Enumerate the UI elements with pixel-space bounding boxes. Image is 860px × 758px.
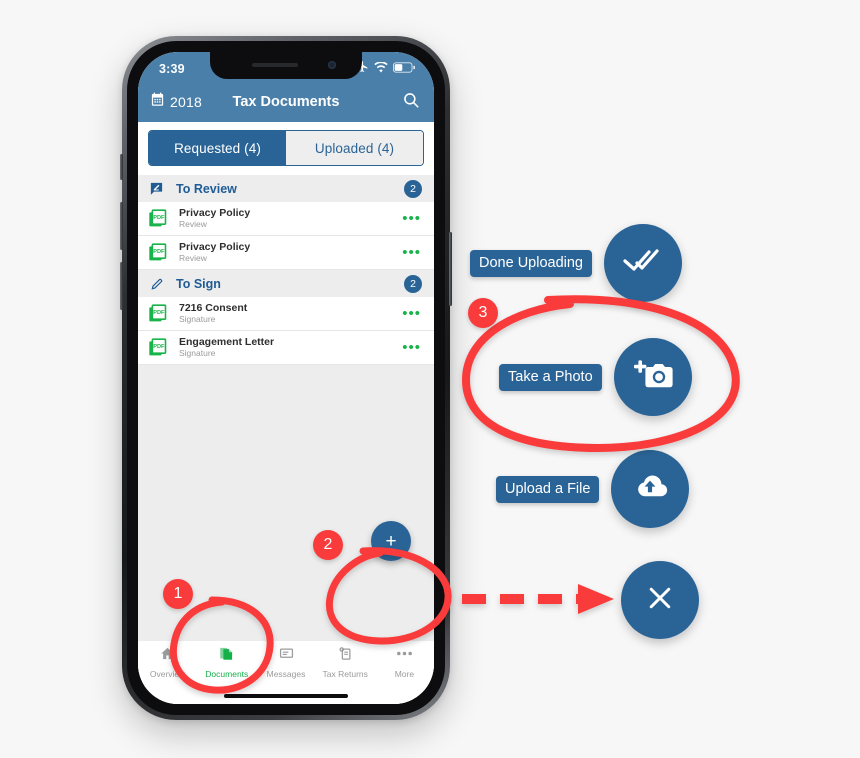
- home-indicator[interactable]: [224, 694, 348, 698]
- document-text: Privacy Policy Review: [179, 207, 250, 230]
- document-row[interactable]: PDF Privacy Policy Review •••: [138, 236, 434, 270]
- tab-requested[interactable]: Requested (4): [149, 131, 286, 165]
- wifi-icon: [374, 60, 388, 78]
- pdf-icon: PDF: [148, 303, 170, 324]
- home-icon: [160, 646, 175, 666]
- section-title: To Sign: [176, 276, 221, 291]
- tab-label: Messages: [266, 669, 306, 679]
- document-name: Engagement Letter: [179, 336, 275, 348]
- document-more-icon[interactable]: •••: [402, 306, 421, 321]
- power-button[interactable]: [449, 232, 452, 306]
- document-subtitle: Signature: [179, 314, 216, 324]
- earpiece-speaker: [252, 63, 298, 67]
- document-row[interactable]: PDF Privacy Policy Review •••: [138, 202, 434, 236]
- action-take-a-photo[interactable]: Take a Photo: [499, 338, 692, 416]
- document-subtitle: Signature: [179, 348, 216, 358]
- document-more-icon[interactable]: •••: [402, 211, 421, 226]
- fab-plus-button[interactable]: +: [371, 521, 411, 561]
- pencil-icon: [148, 277, 165, 291]
- upload-a-file-button[interactable]: [611, 450, 690, 528]
- battery-icon: [393, 60, 415, 78]
- svg-text:PDF: PDF: [153, 215, 165, 221]
- document-row[interactable]: PDF 7216 Consent Signature •••: [138, 297, 434, 331]
- annotation-marker-3: 3: [468, 298, 498, 328]
- status-icon-group: [356, 60, 415, 78]
- document-text: 7216 Consent Signature: [179, 302, 247, 325]
- take-a-photo-button[interactable]: [613, 338, 692, 416]
- search-icon: [402, 91, 420, 114]
- camera-add-icon: [633, 358, 673, 397]
- segmented-control: Requested (4) Uploaded (4): [148, 130, 424, 166]
- nav-year-label: 2018: [170, 94, 202, 110]
- silent-switch[interactable]: [120, 154, 123, 180]
- document-text: Privacy Policy Review: [179, 241, 250, 264]
- tab-filter-bar: Requested (4) Uploaded (4): [138, 122, 434, 175]
- pdf-icon: PDF: [148, 337, 170, 358]
- tab-overview[interactable]: Overview: [138, 646, 197, 679]
- document-row[interactable]: PDF Engagement Letter Signature •••: [138, 331, 434, 365]
- document-subtitle: Review: [179, 219, 207, 229]
- svg-text:PDF: PDF: [153, 249, 165, 255]
- status-time: 3:39: [159, 62, 185, 76]
- document-name: Privacy Policy: [179, 207, 251, 219]
- done-uploading-button[interactable]: [604, 224, 682, 302]
- cloud-upload-icon: [630, 472, 670, 507]
- pdf-icon: PDF: [148, 208, 170, 229]
- action-upload-a-file[interactable]: Upload a File: [496, 450, 690, 528]
- app-nav-bar: 2018 Tax Documents: [138, 82, 434, 122]
- document-subtitle: Review: [179, 253, 207, 263]
- tab-more[interactable]: More: [375, 646, 434, 679]
- document-name: Privacy Policy: [179, 241, 251, 253]
- screenshot-canvas: 3:39 2018 Tax Documents Requested (4) Up…: [0, 0, 860, 758]
- review-flag-icon: [148, 181, 165, 196]
- annotation-marker-1: 1: [163, 579, 193, 609]
- document-name: 7216 Consent: [179, 302, 248, 314]
- document-list: To Review 2 PDF Privacy Policy Review ••…: [138, 175, 434, 640]
- phone-notch: [210, 52, 362, 79]
- search-button[interactable]: [402, 91, 420, 114]
- document-more-icon[interactable]: •••: [402, 340, 421, 355]
- tab-messages[interactable]: Messages: [256, 646, 315, 679]
- svg-text:PDF: PDF: [153, 344, 165, 350]
- tab-uploaded[interactable]: Uploaded (4): [286, 131, 423, 165]
- tab-tax-returns[interactable]: Tax Returns: [316, 646, 375, 679]
- document-more-icon[interactable]: •••: [402, 245, 421, 260]
- home-indicator-area: [138, 688, 434, 704]
- more-dots-icon: [396, 646, 413, 666]
- section-header-to-sign: To Sign 2: [138, 270, 434, 297]
- section-badge: 2: [404, 274, 422, 293]
- document-text: Engagement Letter Signature: [179, 336, 274, 359]
- front-camera-icon: [328, 61, 336, 69]
- annotation-marker-2: 2: [313, 530, 343, 560]
- close-button[interactable]: [621, 561, 699, 639]
- year-selector[interactable]: 2018: [150, 92, 202, 112]
- action-label: Take a Photo: [499, 363, 602, 391]
- tab-label: Overview: [149, 669, 186, 679]
- documents-icon: [219, 646, 234, 666]
- svg-text:PDF: PDF: [153, 310, 165, 316]
- messages-icon: [279, 646, 294, 666]
- action-done-uploading[interactable]: Done Uploading: [470, 224, 682, 302]
- tab-label: Documents: [205, 669, 249, 679]
- tax-returns-icon: [338, 646, 353, 666]
- action-label: Done Uploading: [470, 249, 592, 277]
- tab-label: Tax Returns: [322, 669, 368, 679]
- double-check-icon: [623, 246, 663, 281]
- close-x-icon: [645, 583, 675, 618]
- phone-bezel: 3:39 2018 Tax Documents Requested (4) Up…: [127, 41, 445, 715]
- volume-up-button[interactable]: [120, 202, 123, 250]
- tab-documents[interactable]: Documents: [197, 646, 256, 679]
- annotation-arrow: [462, 584, 614, 614]
- volume-down-button[interactable]: [120, 262, 123, 310]
- section-badge: 2: [404, 179, 422, 198]
- bottom-tab-bar: Overview Documents Messages Tax Returns …: [138, 640, 434, 688]
- pdf-icon: PDF: [148, 242, 170, 263]
- section-title: To Review: [176, 181, 237, 196]
- phone-device-frame: 3:39 2018 Tax Documents Requested (4) Up…: [120, 36, 452, 720]
- calendar-icon: [150, 92, 165, 112]
- tab-label: More: [394, 669, 415, 679]
- action-label: Upload a File: [496, 475, 600, 503]
- section-header-to-review: To Review 2: [138, 175, 434, 202]
